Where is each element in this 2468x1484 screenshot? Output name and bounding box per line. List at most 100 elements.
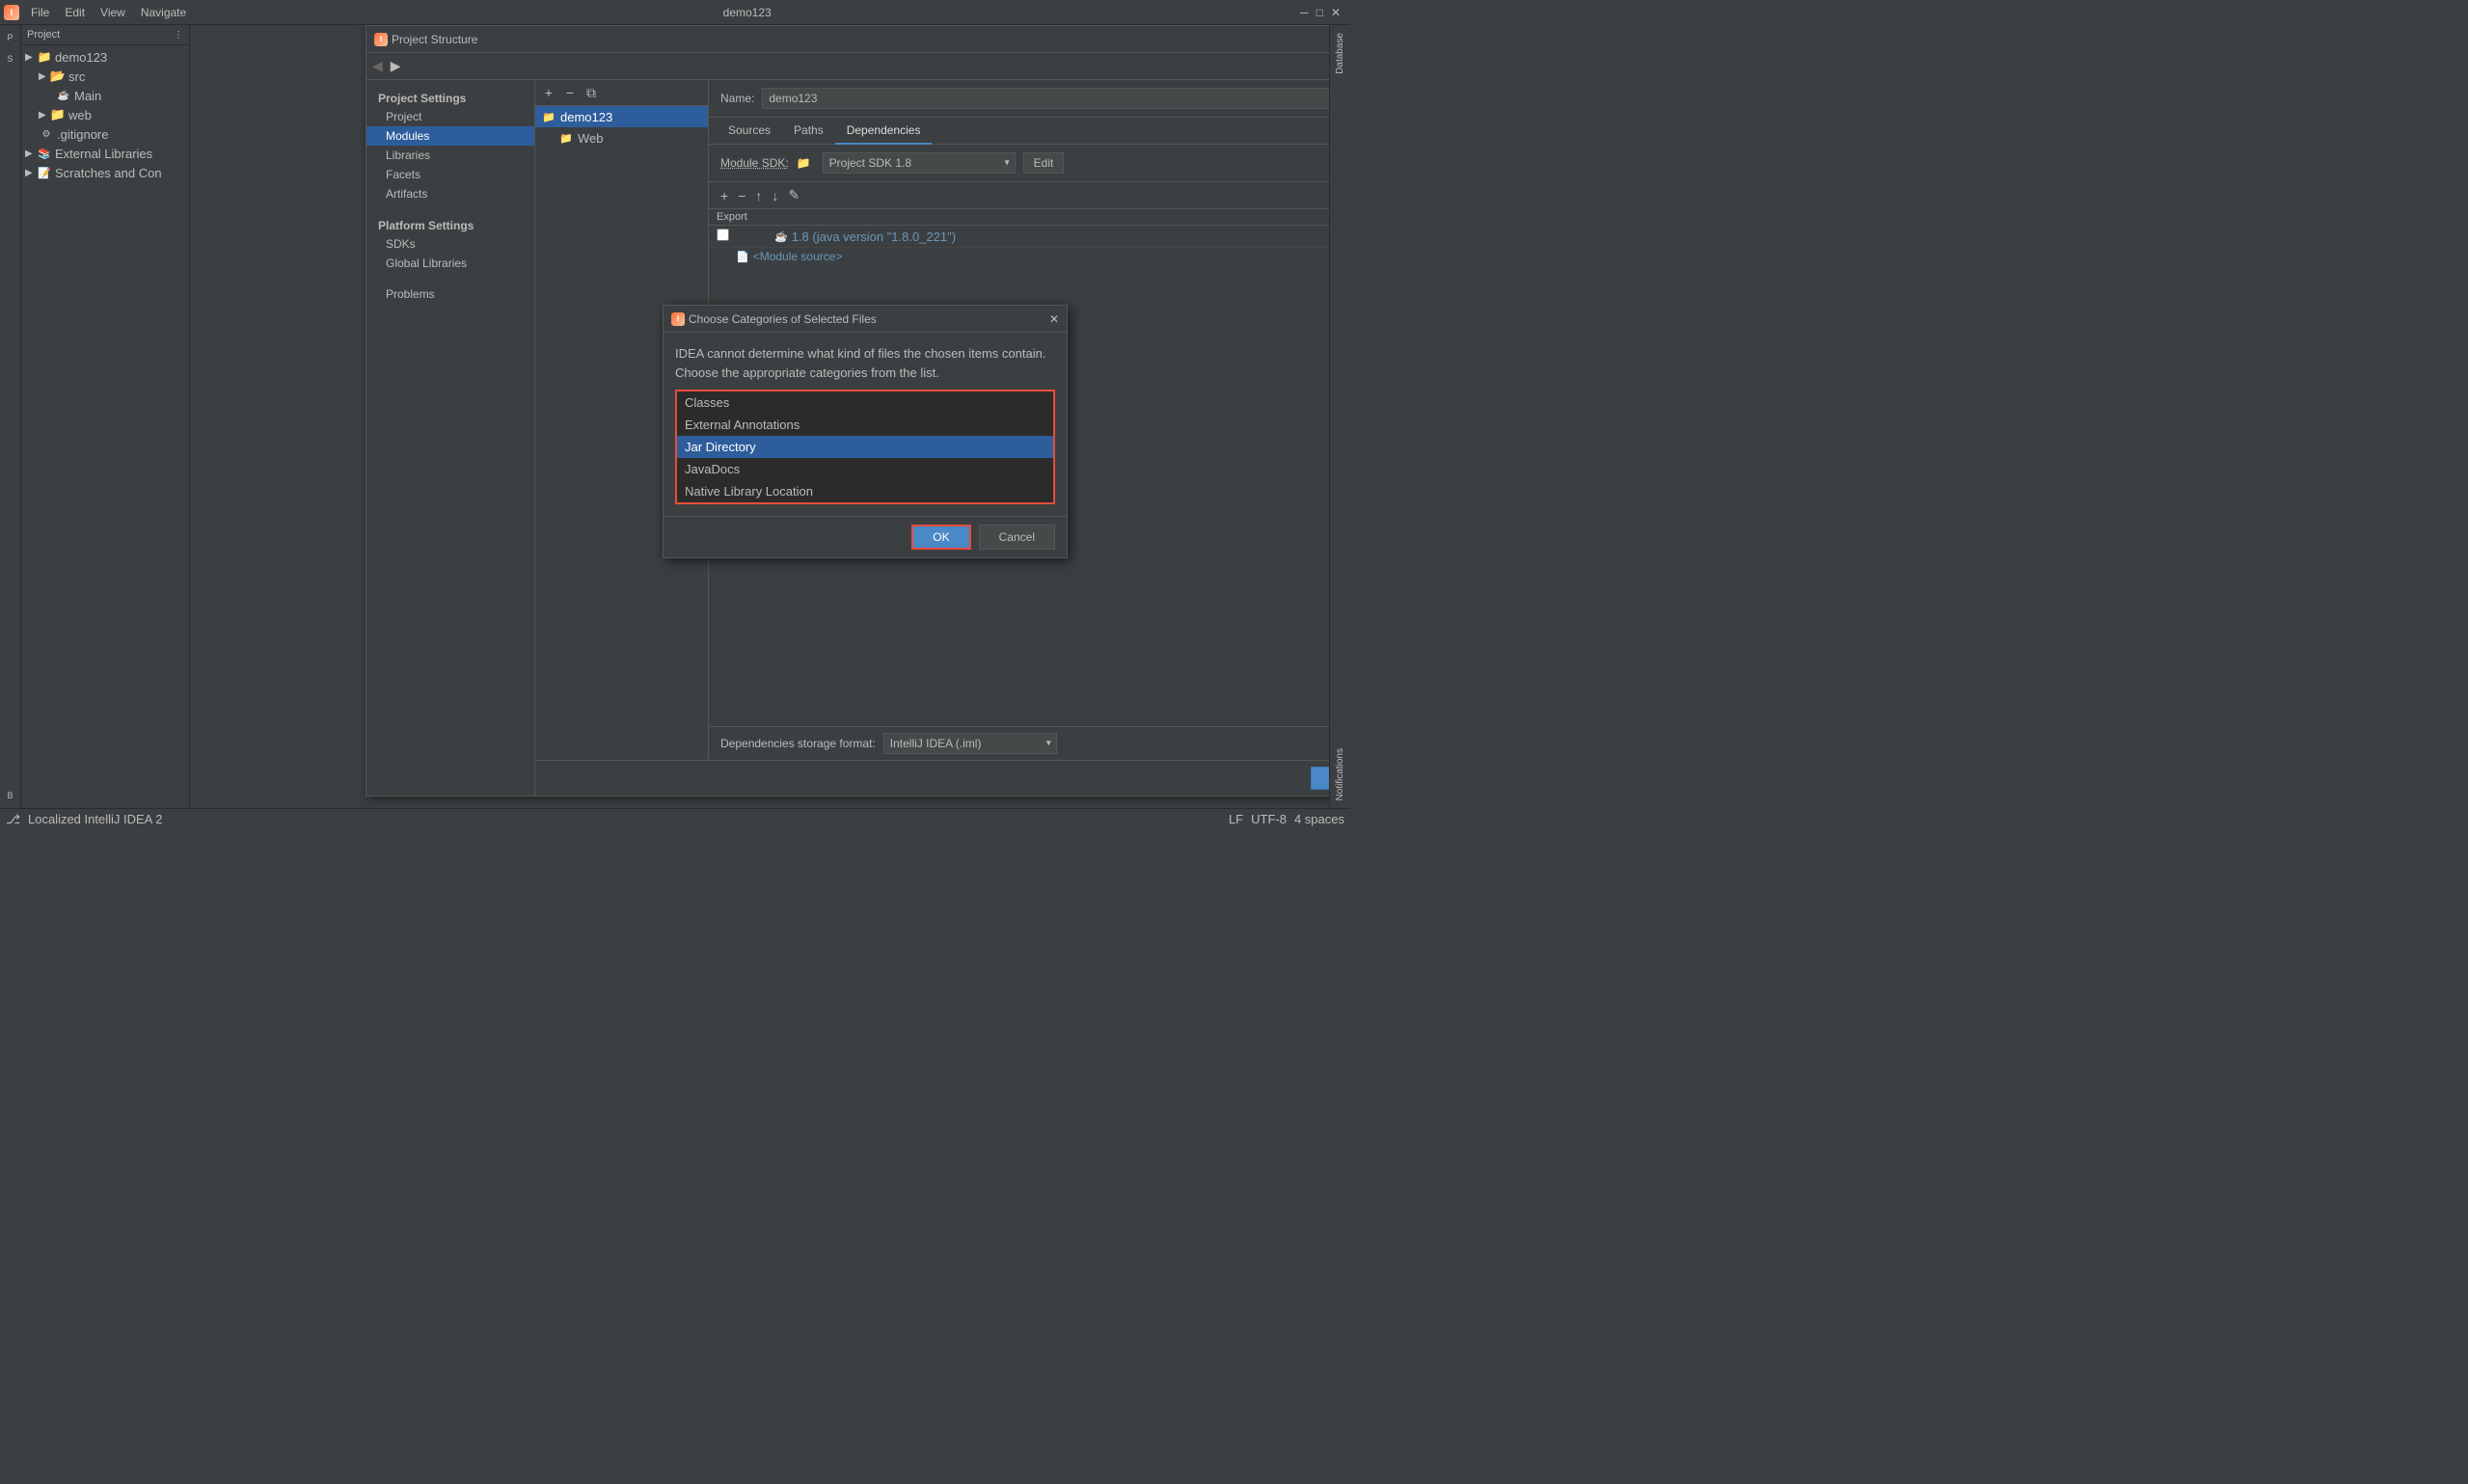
tree-item-gitignore[interactable]: ⚙ .gitignore (21, 124, 189, 144)
ps-tree-label-web: Web (578, 131, 604, 146)
cat-footer: OK Cancel (664, 516, 1067, 557)
cat-list-item-javadocs[interactable]: JavaDocs (677, 458, 1053, 480)
cat-list-item-classes[interactable]: Classes (677, 391, 1053, 414)
ps-tab-sources[interactable]: Sources (717, 118, 782, 145)
ps-deps-up-btn[interactable]: ↑ (751, 186, 766, 205)
ps-deps-edit-btn[interactable]: ✎ (784, 185, 803, 205)
tree-arrow-demo123: ▶ (25, 52, 37, 63)
ps-deps-down-btn[interactable]: ↓ (768, 186, 782, 205)
status-lf[interactable]: LF (1229, 812, 1243, 826)
ps-tree-remove-btn[interactable]: − (560, 83, 580, 102)
ps-title-text: Project Structure (392, 33, 1329, 46)
ps-nav-libraries[interactable]: Libraries (366, 146, 534, 165)
ps-nav-project[interactable]: Project (366, 107, 534, 126)
right-label-notifications[interactable]: Notifications (1333, 741, 1347, 808)
ps-nav-modules[interactable]: Modules (366, 126, 534, 146)
cat-close-btn[interactable]: ✕ (1049, 312, 1059, 326)
tree-item-demo123[interactable]: ▶ 📁 demo123 (21, 47, 189, 67)
tree-label-src: src (68, 69, 85, 84)
structure-icon[interactable]: S (2, 50, 19, 67)
lib-icon: 📚 (37, 146, 52, 161)
minimize-btn[interactable]: ─ (1300, 6, 1309, 19)
ps-nav-global-libs[interactable]: Global Libraries (366, 254, 534, 273)
cat-ok-btn[interactable]: OK (911, 525, 970, 550)
project-label: Project (27, 29, 174, 40)
ps-deps-add-btn[interactable]: + (717, 186, 732, 205)
menu-item-edit[interactable]: Edit (57, 4, 93, 21)
cat-list-item-ext-annotations[interactable]: External Annotations (677, 414, 1053, 436)
status-spaces[interactable]: 4 spaces (1294, 812, 1344, 826)
cat-cancel-btn[interactable]: Cancel (979, 525, 1055, 550)
cat-list-item-native-lib[interactable]: Native Library Location (677, 480, 1053, 502)
ps-deps-name-jdk: ☕ 1.8 (java version "1.8.0_221") (774, 229, 1329, 244)
category-dialog: I Choose Categories of Selected Files ✕ … (663, 305, 1068, 558)
close-btn[interactable]: ✕ (1331, 6, 1341, 19)
ps-tab-dependencies[interactable]: Dependencies (835, 118, 933, 145)
tree-label-main: Main (74, 89, 101, 103)
cat-title-bar: I Choose Categories of Selected Files ✕ (664, 306, 1067, 333)
cat-body: IDEA cannot determine what kind of files… (664, 333, 1067, 516)
cat-list-item-jar-dir[interactable]: Jar Directory (677, 436, 1053, 458)
git-icon: ⚙ (39, 126, 54, 142)
ps-name-input[interactable] (762, 88, 1329, 109)
ps-tab-paths[interactable]: Paths (782, 118, 835, 145)
ps-bottom-label: Dependencies storage format: (720, 737, 876, 750)
ps-nav-sdks[interactable]: SDKs (366, 234, 534, 254)
ps-name-row: Name: ✓ (709, 80, 1329, 118)
ps-sdk-label: Module SDK: (720, 156, 789, 170)
cat-app-icon: I (671, 312, 685, 326)
cat-title-text: Choose Categories of Selected Files (689, 312, 1049, 326)
version-control-text: Localized IntelliJ IDEA 2 (28, 812, 162, 826)
ps-tree-label-demo123: demo123 (560, 110, 612, 124)
ps-tree-item-web[interactable]: 📁 Web (535, 127, 708, 148)
tree-item-src[interactable]: ▶ 📂 src (21, 67, 189, 86)
tree-arrow-ext-libs: ▶ (25, 148, 37, 159)
ps-nav-facets[interactable]: Facets (366, 165, 534, 184)
menu-item-file[interactable]: File (23, 4, 57, 21)
ps-deps-row-module-source[interactable]: 📄 <Module source> (709, 248, 1329, 265)
ps-tree-item-demo123[interactable]: 📁 demo123 (535, 106, 708, 127)
nav-forward-btn[interactable]: ▶ (389, 56, 403, 76)
platform-settings-header: Platform Settings (366, 215, 534, 234)
bookmarks-icon[interactable]: B (2, 787, 19, 804)
project-icon[interactable]: P (2, 29, 19, 46)
ps-deps-header: Export Scope (709, 209, 1329, 226)
ps-tree-copy-btn[interactable]: ⧉ (582, 83, 601, 102)
tree-item-web[interactable]: ▶ 📁 web (21, 105, 189, 124)
tree-item-main[interactable]: ☕ Main (21, 86, 189, 105)
maximize-btn[interactable]: □ (1316, 6, 1323, 19)
tree-item-ext-libs[interactable]: ▶ 📚 External Libraries (21, 144, 189, 163)
status-bar: ⎇ Localized IntelliJ IDEA 2 LF UTF-8 4 s… (0, 808, 1350, 829)
nav-back-btn[interactable]: ◀ (370, 56, 385, 76)
module-folder-icon-web: 📁 (558, 130, 574, 146)
ps-tabs: Sources Paths Dependencies (709, 118, 1329, 145)
tree-label-demo123: demo123 (55, 50, 107, 65)
ps-deps-checkbox-jdk[interactable] (717, 229, 729, 241)
ps-bottom-row: Dependencies storage format: IntelliJ ID… (709, 726, 1329, 760)
version-control-label[interactable]: ⎇ (6, 812, 20, 827)
status-encoding[interactable]: UTF-8 (1251, 812, 1287, 826)
app-icon: I (4, 5, 19, 20)
tree-item-scratches[interactable]: ▶ 📝 Scratches and Con (21, 163, 189, 182)
cat-desc-line2: Choose the appropriate categories from t… (675, 365, 939, 380)
left-icon-strip: P S B (0, 25, 21, 808)
ps-tree-toolbar: + − ⧉ (535, 80, 708, 106)
ps-edit-btn[interactable]: Edit (1023, 152, 1065, 174)
ide-window: I File Edit View Navigate demo123 ─ □ ✕ … (0, 0, 1350, 829)
module-source-icon: 📄 (736, 251, 749, 263)
project-panel-menu[interactable]: ⋮ (174, 30, 183, 40)
ps-deps-row-jdk[interactable]: ☕ 1.8 (java version "1.8.0_221") (709, 226, 1329, 248)
ps-ok-btn[interactable]: OK (1311, 767, 1329, 790)
ps-tree-add-btn[interactable]: + (539, 83, 558, 102)
ps-bottom-select[interactable]: IntelliJ IDEA (.iml) (883, 733, 1057, 754)
ps-deps-remove-btn[interactable]: − (734, 186, 749, 205)
menu-bar: I File Edit View Navigate demo123 ─ □ ✕ (0, 0, 1350, 25)
ps-deps-export-jdk (717, 229, 774, 244)
right-label-database[interactable]: Database (1333, 25, 1347, 82)
tree-arrow-web: ▶ (39, 110, 50, 121)
ps-sdk-select[interactable]: Project SDK 1.8 (823, 152, 1016, 174)
menu-item-view[interactable]: View (93, 4, 133, 21)
ps-nav-artifacts[interactable]: Artifacts (366, 184, 534, 203)
ps-nav-problems[interactable]: Problems (366, 284, 534, 304)
menu-item-navigate[interactable]: Navigate (133, 4, 194, 21)
